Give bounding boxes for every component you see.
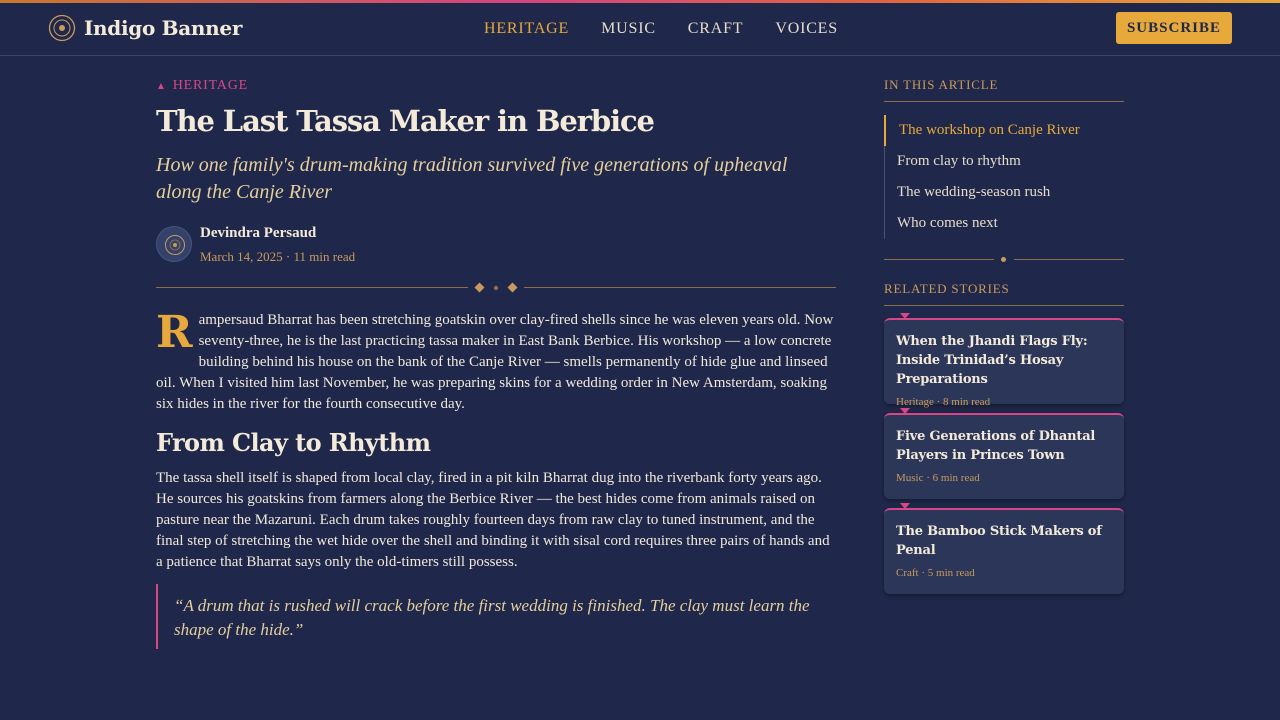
toc-heading: IN THIS ARTICLE <box>884 77 1124 102</box>
related-story-card[interactable]: When the Jhandi Flags Fly: Inside Trinid… <box>884 313 1124 408</box>
nav-item-craft[interactable]: CRAFT <box>688 20 744 38</box>
related-story-meta: Music · 6 min read <box>896 472 980 484</box>
author-name[interactable]: Devindra Persaud <box>200 225 316 242</box>
toc-item[interactable]: Who comes next <box>885 208 1124 239</box>
nav-item-voices[interactable]: VOICES <box>775 20 838 38</box>
article-meta: March 14, 2025 · 11 min read <box>200 249 356 264</box>
ornament-divider <box>156 280 836 296</box>
drop-cap: R <box>156 307 193 358</box>
related-story-meta: Heritage · 8 min read <box>896 396 991 408</box>
article-title: The Last Tassa Maker in Berbice <box>156 104 655 138</box>
brand-emblem-icon <box>48 14 76 42</box>
section-kicker[interactable]: ▲ HERITAGE <box>156 78 248 94</box>
triangle-marker-icon <box>900 408 910 414</box>
related-story-card[interactable]: Five Generations of Dhantal Players in P… <box>884 408 1124 499</box>
triangle-icon: ▲ <box>156 81 167 92</box>
author-avatar-icon <box>165 235 185 255</box>
toc-item[interactable]: The workshop on Canje River <box>884 115 1124 146</box>
brand-name: Indigo Banner <box>84 16 243 40</box>
byline: Devindra Persaud March 14, 2025 · 11 min… <box>156 225 836 266</box>
subscribe-button[interactable]: SUBSCRIBE <box>1116 12 1232 44</box>
nav-item-heritage[interactable]: HERITAGE <box>484 20 569 38</box>
sidebar-divider <box>884 254 1124 266</box>
site-header: Indigo Banner HERITAGE MUSIC CRAFT VOICE… <box>0 3 1280 56</box>
related-story-title: The Bamboo Stick Makers of Penal <box>896 524 1102 558</box>
toc-item[interactable]: The wedding-season rush <box>885 177 1124 208</box>
related-story-meta: Craft · 5 min read <box>896 567 975 579</box>
ornament-divider-icon <box>474 282 518 293</box>
table-of-contents: The workshop on Canje River From clay to… <box>884 115 1124 239</box>
related-story-title: When the Jhandi Flags Fly: Inside Trinid… <box>896 334 1088 387</box>
article-paragraph: Rampersaud Bharrat has been stretching g… <box>156 310 836 415</box>
main-nav: HERITAGE MUSIC CRAFT VOICES <box>484 20 870 38</box>
related-heading: RELATED STORIES <box>884 281 1124 306</box>
triangle-marker-icon <box>900 313 910 319</box>
brand-logo[interactable]: Indigo Banner <box>48 13 242 43</box>
toc-item[interactable]: From clay to rhythm <box>885 146 1124 177</box>
article-paragraph: The tassa shell itself is shaped from lo… <box>156 470 830 570</box>
kicker-label: HERITAGE <box>172 78 248 93</box>
avatar[interactable] <box>156 226 192 262</box>
paragraph-text: ampersaud Bharrat has been stretching go… <box>156 312 834 412</box>
related-story-title: Five Generations of Dhantal Players in P… <box>896 429 1096 463</box>
article-dek: How one family's drum-making tradition s… <box>156 154 788 203</box>
related-story-card[interactable]: The Bamboo Stick Makers of Penal Craft ·… <box>884 503 1124 594</box>
section-heading: From Clay to Rhythm <box>156 428 431 457</box>
dot-icon <box>1001 257 1006 262</box>
nav-item-music[interactable]: MUSIC <box>601 20 656 38</box>
triangle-marker-icon <box>900 503 910 509</box>
pull-quote: “A drum that is rushed will crack before… <box>156 584 836 649</box>
